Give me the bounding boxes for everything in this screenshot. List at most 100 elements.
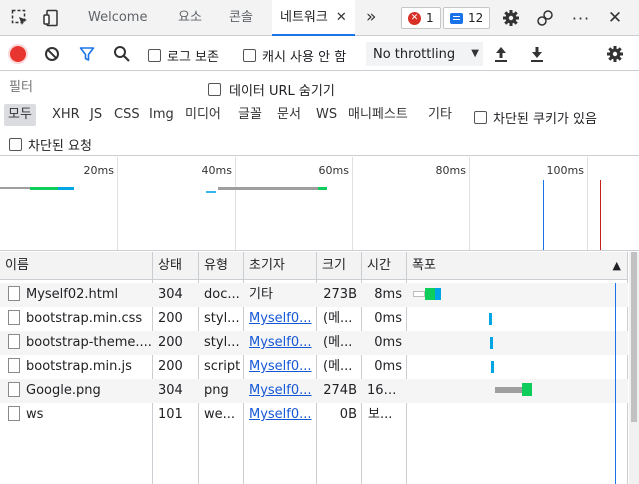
hide-data-urls-label: 데이터 URL 숨기기 [229,84,335,99]
vertical-scrollbar[interactable] [629,252,639,484]
document-file-icon [8,285,20,301]
request-size: 274B [323,383,357,398]
table-row[interactable]: bootstrap-theme.... 200 styl... Myself0.… [0,331,628,355]
overview-tick-label: 80ms [435,164,466,177]
more-options-icon[interactable]: ··· [571,8,591,28]
overview-bar-dotted [206,191,216,193]
image-file-icon [8,381,20,397]
overview-bar-download [318,187,327,190]
filter-type-all[interactable]: 모두 [4,104,36,126]
request-name-cell: bootstrap-theme.... [3,331,153,355]
throttling-value: No throttling [373,46,456,62]
column-header-name[interactable]: 이름 [0,252,153,280]
timeline-overview[interactable]: 20ms 40ms 60ms 80ms 100ms [0,157,639,251]
import-har-icon[interactable] [494,45,508,66]
filter-type-js[interactable]: JS [86,104,106,126]
tab-network[interactable]: 네트워크 ✕ [272,0,355,36]
request-size: 273B [323,287,357,302]
clear-icon[interactable] [44,46,60,65]
preserve-log-checkbox[interactable]: 로그 보존 [148,46,219,65]
request-time: 0ms [374,311,402,326]
column-header-initiator[interactable]: 초기자 [244,252,317,280]
blocked-cookies-checkbox[interactable]: 차단된 쿠키가 있음 [474,108,597,127]
overview-gridline [352,157,353,250]
filter-type-media[interactable]: 미디어 [181,104,225,126]
hide-data-urls-box[interactable] [208,83,221,96]
close-devtools-icon[interactable]: ✕ [605,8,625,28]
filter-type-other[interactable]: 기타 [424,104,456,126]
filter-type-xhr[interactable]: XHR [48,104,84,126]
column-header-status[interactable]: 상태 [153,252,199,280]
filter-type-img[interactable]: Img [145,104,178,126]
column-header-time[interactable]: 시간 [362,252,407,280]
customize-devtools-icon[interactable] [536,8,556,28]
initiator-link[interactable]: Myself0... [244,307,316,331]
table-row[interactable]: ws 101 we... Myself0... 0B 보... [0,403,628,427]
blocked-requests-box[interactable] [9,138,22,151]
request-status: 200 [158,335,183,350]
waterfall-bar-download [489,313,492,325]
sort-ascending-icon[interactable]: ▲ [613,252,621,280]
stylesheet-file-icon [8,309,20,325]
table-row[interactable]: Google.png 304 png Myself0... 274B 16ms [0,379,628,403]
disable-cache-box[interactable] [243,49,256,62]
overview-bar-download [30,187,58,190]
errors-badge[interactable]: ✕ 1 [401,7,441,29]
table-row[interactable]: bootstrap.min.js 200 script Myself0... (… [0,355,628,379]
filter-type-manifest[interactable]: 매니페스트 [344,104,412,126]
request-time: 8ms [374,287,402,302]
initiator-link[interactable]: Myself0... [244,403,316,427]
table-row[interactable]: Myself02.html 304 doc... 기타 273B 8ms [0,283,628,307]
waterfall-bar-download [491,361,494,373]
blocked-cookies-box[interactable] [474,111,487,124]
column-header-waterfall[interactable]: 폭포 ▲ [407,252,628,280]
filter-type-font[interactable]: 글꼴 [234,104,266,126]
tab-console[interactable]: 콘솔 [229,0,253,35]
preserve-log-box[interactable] [148,49,161,62]
waterfall-bar-download [490,337,493,349]
request-name: Myself02.html [26,287,119,302]
request-name-cell: ws [3,403,153,427]
request-name-cell: Google.png [3,379,153,403]
hide-data-urls-checkbox[interactable]: 데이터 URL 숨기기 [208,80,335,99]
network-settings-gear-icon[interactable] [606,45,624,66]
request-name-cell: bootstrap.min.js [3,355,153,379]
scrollbar-thumb[interactable] [631,252,637,422]
record-button[interactable] [10,46,26,62]
initiator-link[interactable]: Myself0... [244,355,316,379]
tab-welcome[interactable]: Welcome [88,0,147,35]
blocked-requests-checkbox[interactable]: 차단된 요청 [9,135,92,154]
stylesheet-file-icon [8,333,20,349]
request-time: 0ms [374,359,402,374]
export-har-icon[interactable] [530,45,544,66]
device-toolbar-icon[interactable] [42,8,62,28]
request-name: Google.png [26,383,101,398]
waterfall-bar-waiting [522,383,532,396]
inspect-element-icon[interactable] [10,8,30,28]
more-tabs-icon[interactable]: » [366,0,376,35]
filter-type-doc[interactable]: 문서 [273,104,305,126]
devtools-tab-bar: Welcome 요소 콘솔 네트워크 ✕ » ✕ 1 12 ··· ✕ [0,0,639,36]
request-name: bootstrap.min.css [26,311,143,326]
messages-badge[interactable]: 12 [443,7,491,29]
throttling-select[interactable]: No throttling ▼ [366,42,483,66]
filter-type-ws[interactable]: WS [312,104,341,126]
search-icon[interactable] [113,45,131,66]
filter-icon[interactable] [79,46,95,65]
column-header-size[interactable]: 크기 [317,252,362,280]
overview-bar-stalled [218,187,318,190]
filter-type-css[interactable]: CSS [110,104,144,126]
settings-gear-icon[interactable] [501,8,521,28]
close-tab-icon[interactable]: ✕ [336,10,347,25]
initiator-link[interactable]: Myself0... [244,331,316,355]
table-row[interactable]: bootstrap.min.css 200 styl... Myself0...… [0,307,628,331]
filter-input[interactable] [3,77,193,99]
column-header-type[interactable]: 유형 [199,252,244,280]
waterfall-dom-content-loaded-line [615,283,616,484]
request-status: 101 [158,407,183,422]
request-status: 304 [158,383,183,398]
dom-content-loaded-line [543,180,544,250]
tab-elements[interactable]: 요소 [178,0,202,35]
initiator-link[interactable]: Myself0... [244,379,316,403]
disable-cache-checkbox[interactable]: 캐시 사용 안 함 [243,46,346,65]
